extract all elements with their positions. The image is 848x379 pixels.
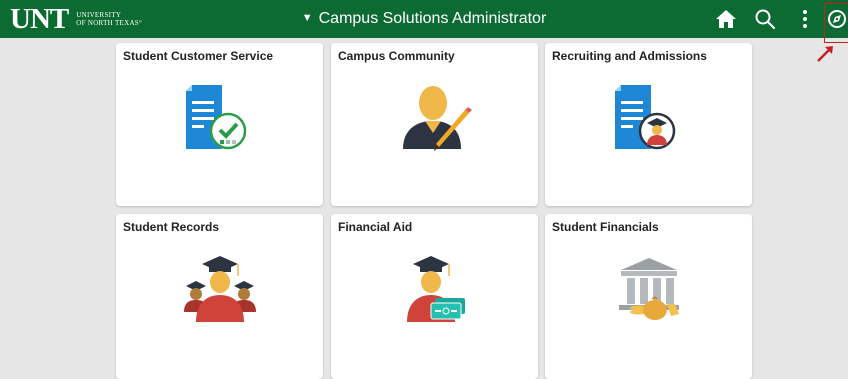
title-caret-icon[interactable]: ▼ xyxy=(302,12,313,24)
homepage-selector[interactable]: Campus Solutions Administrator xyxy=(319,10,547,27)
tile-title: Student Customer Service xyxy=(123,49,274,63)
search-icon[interactable] xyxy=(754,8,776,30)
tile-title: Student Records xyxy=(123,220,220,234)
tile-title: Student Financials xyxy=(552,220,659,234)
logo-line-1: UNIVERSITY xyxy=(76,11,122,19)
tile-student-customer-service[interactable]: Student Customer Service xyxy=(116,43,323,206)
annotation-arrow-icon xyxy=(817,46,833,62)
tile-title: Recruiting and Admissions xyxy=(552,49,707,63)
logo-line-2: OF NORTH TEXAS° xyxy=(76,19,143,27)
tile-recruiting-and-admissions[interactable]: Recruiting and Admissions xyxy=(545,43,752,206)
graduate-money-icon xyxy=(407,256,465,322)
annotation-highlight-box xyxy=(824,3,848,43)
tile-title: Campus Community xyxy=(338,49,455,63)
graduates-group-icon xyxy=(184,256,256,322)
tile-student-records[interactable]: Student Records xyxy=(116,214,323,379)
document-check-icon xyxy=(186,85,247,150)
tile-student-financials[interactable]: Student Financials xyxy=(545,214,752,379)
bank-money-icon xyxy=(619,258,679,320)
person-pencil-icon xyxy=(403,86,472,151)
tile-campus-community[interactable]: Campus Community xyxy=(331,43,538,206)
logo-mark: UNT xyxy=(10,3,69,35)
tile-financial-aid[interactable]: Financial Aid xyxy=(331,214,538,379)
actions-menu-icon[interactable] xyxy=(794,8,816,30)
document-graduate-icon xyxy=(615,85,676,150)
home-icon[interactable] xyxy=(715,8,737,30)
header-bar: UNT UNIVERSITY OF NORTH TEXAS° ▼ Campus S… xyxy=(0,0,848,38)
tile-title: Financial Aid xyxy=(338,220,413,234)
logo-subtitle: UNIVERSITY OF NORTH TEXAS° xyxy=(76,11,142,27)
unt-logo[interactable]: UNT UNIVERSITY OF NORTH TEXAS° xyxy=(10,4,142,34)
